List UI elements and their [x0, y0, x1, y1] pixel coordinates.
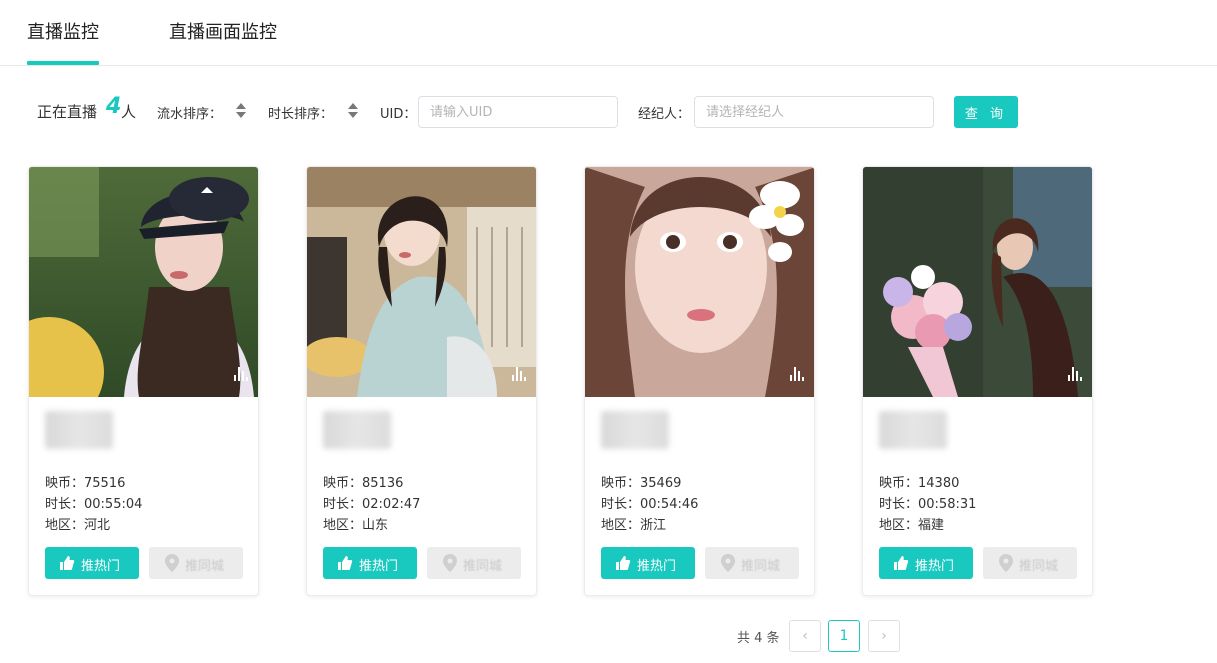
push-hot-button[interactable]: 推热门 [601, 547, 695, 579]
push-local-label: 推同城 [185, 559, 225, 574]
push-local-button[interactable]: 推同城 [427, 547, 521, 579]
tab-live-monitor[interactable]: 直播监控 [27, 18, 99, 44]
query-button[interactable]: 查 询 [954, 96, 1018, 128]
push-hot-button[interactable]: 推热门 [323, 547, 417, 579]
thumbs-up-icon [338, 556, 353, 570]
push-hot-button[interactable]: 推热门 [45, 547, 139, 579]
live-count-unit: 人 [121, 103, 137, 121]
active-tab-indicator [27, 61, 99, 65]
streamer-card[interactable]: 映币：35469 时长：00:54:46 地区：浙江 推热门 推同城 [584, 166, 815, 596]
sort-by-duration-label: 时长排序 [268, 107, 321, 122]
tab-bar: 直播监控 直播画面监控 [0, 0, 1217, 66]
push-local-button[interactable]: 推同城 [705, 547, 799, 579]
stream-thumbnail[interactable] [863, 167, 1092, 397]
push-local-button[interactable]: 推同城 [983, 547, 1077, 579]
push-local-button[interactable]: 推同城 [149, 547, 243, 579]
location-pin-icon [165, 554, 179, 572]
tab-live-screen-monitor[interactable]: 直播画面监控 [169, 18, 277, 44]
stream-stats-icon[interactable] [790, 367, 804, 381]
uid-label: UID： [380, 107, 417, 122]
push-local-label: 推同城 [1019, 559, 1059, 574]
streamer-card[interactable]: 映币：14380 时长：00:58:31 地区：福建 推热门 推同城 [862, 166, 1093, 596]
streamer-card[interactable]: 映币：85136 时长：02:02:47 地区：山东 推热门 推同城 [306, 166, 537, 596]
pagination-page-button[interactable]: 1 [828, 620, 860, 652]
stream-stats-icon[interactable] [1068, 367, 1082, 381]
agent-select[interactable] [694, 96, 934, 128]
uid-input[interactable] [418, 96, 618, 128]
location-pin-icon [721, 554, 735, 572]
stream-thumbnail[interactable] [585, 167, 814, 397]
stream-thumbnail[interactable] [307, 167, 536, 397]
push-hot-label: 推热门 [359, 559, 399, 574]
duration-value: 时长：02:02:47 [323, 497, 421, 512]
pagination-total: 共 4 条 [737, 631, 780, 646]
coins-value: 映币：85136 [323, 476, 404, 491]
pagination-prev-button[interactable]: ‹ [789, 620, 821, 652]
duration-value: 时长：00:58:31 [879, 497, 977, 512]
live-status-label: 正在直播 [37, 103, 98, 121]
sort-duration-caret-icon[interactable] [348, 103, 358, 119]
location-pin-icon [443, 554, 457, 572]
sort-by-flow[interactable]: 流水排序： [157, 103, 222, 122]
coins-value: 映币：75516 [45, 476, 126, 491]
filter-bar: 正在直播 4 人 流水排序： 时长排序： UID： 经纪人： 查 询 [0, 94, 1217, 130]
push-hot-label: 推热门 [637, 559, 677, 574]
streamer-name-redacted [323, 411, 391, 449]
region-value: 地区：浙江 [601, 518, 667, 533]
streamer-name-redacted [879, 411, 947, 449]
agent-label-text: 经纪人 [638, 107, 678, 122]
pagination-next-button[interactable]: › [868, 620, 900, 652]
thumbs-up-icon [894, 556, 909, 570]
stream-stats-icon[interactable] [234, 367, 248, 381]
sort-flow-caret-icon[interactable] [236, 103, 246, 119]
region-value: 地区：山东 [323, 518, 389, 533]
push-local-label: 推同城 [741, 559, 781, 574]
streamer-name-redacted [45, 411, 113, 449]
push-hot-button[interactable]: 推热门 [879, 547, 973, 579]
duration-value: 时长：00:55:04 [45, 497, 143, 512]
coins-value: 映币：35469 [601, 476, 682, 491]
region-value: 地区：河北 [45, 518, 111, 533]
streamer-name-redacted [601, 411, 669, 449]
streamer-card[interactable]: 映币：75516 时长：00:55:04 地区：河北 推热门 推同城 [28, 166, 259, 596]
sort-by-flow-label: 流水排序 [157, 107, 210, 122]
duration-value: 时长：00:54:46 [601, 497, 699, 512]
uid-label-text: UID [380, 107, 404, 122]
push-local-label: 推同城 [463, 559, 503, 574]
stream-stats-icon[interactable] [512, 367, 526, 381]
thumbs-up-icon [60, 556, 75, 570]
push-hot-label: 推热门 [81, 559, 121, 574]
location-pin-icon [999, 554, 1013, 572]
thumbs-up-icon [616, 556, 631, 570]
live-count: 4 [106, 94, 122, 119]
coins-value: 映币：14380 [879, 476, 960, 491]
sort-by-duration[interactable]: 时长排序： [268, 103, 333, 122]
agent-label: 经纪人： [638, 107, 691, 122]
push-hot-label: 推热门 [915, 559, 955, 574]
stream-thumbnail[interactable] [29, 167, 258, 397]
region-value: 地区：福建 [879, 518, 945, 533]
